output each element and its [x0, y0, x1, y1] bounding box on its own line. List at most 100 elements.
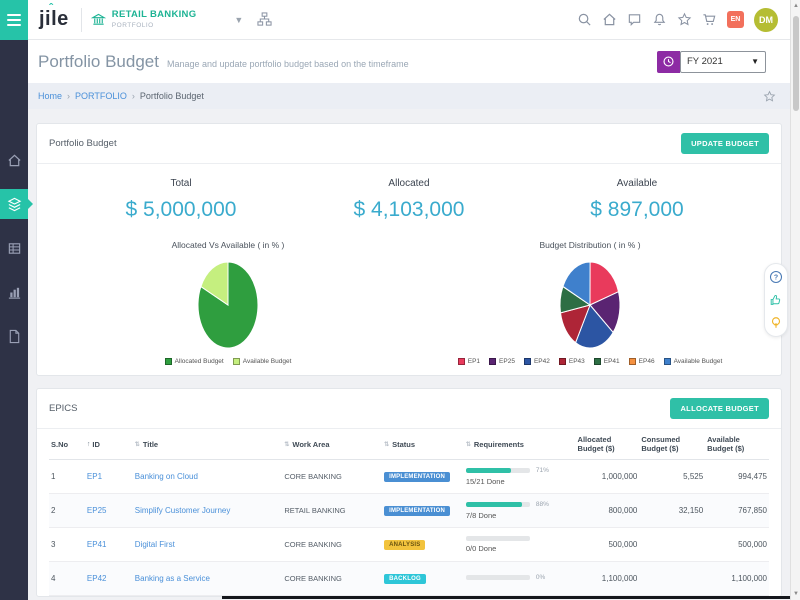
- search-icon[interactable]: [577, 12, 592, 27]
- legend-swatch: [233, 358, 240, 365]
- epic-sno: 2: [49, 494, 85, 527]
- legend-label: EP43: [569, 358, 585, 365]
- epic-sno: 3: [49, 528, 85, 561]
- legend-swatch: [664, 358, 671, 365]
- legend-item: Available Budget: [233, 358, 292, 365]
- column-header[interactable]: ⇅Title: [133, 429, 283, 459]
- status-badge: ANALYSIS: [384, 540, 425, 550]
- sidebar-item-home[interactable]: [0, 145, 28, 175]
- column-header[interactable]: ⇅Work Area: [282, 429, 382, 459]
- scroll-up-arrow[interactable]: ▲: [791, 0, 800, 12]
- portfolio-budget-card: Portfolio Budget UPDATE BUDGET Total $ 5…: [36, 123, 782, 376]
- epic-id-cell: EP41: [85, 528, 133, 561]
- epic-title-cell: Simplify Customer Journey: [133, 494, 283, 527]
- epic-status-cell: IMPLEMENTATION: [382, 460, 464, 493]
- epic-id-link[interactable]: EP41: [87, 540, 107, 549]
- progress-percent: 71%: [536, 467, 549, 474]
- stat-available-value: $ 897,000: [523, 198, 751, 222]
- vertical-scrollbar[interactable]: ▲ ▼: [790, 0, 800, 600]
- timeframe-clock-button[interactable]: [657, 51, 680, 73]
- legend-item: Allocated Budget: [165, 358, 224, 365]
- sidebar-item-reports[interactable]: [0, 277, 28, 307]
- hamburger-menu-icon[interactable]: [0, 0, 28, 40]
- star-icon[interactable]: [677, 12, 692, 27]
- portfolio-switcher[interactable]: RETAIL BANKING PORTFOLIO: [91, 10, 197, 29]
- epic-requirements-cell: 0%: [464, 562, 576, 595]
- jile-logo: jile ˆ: [39, 8, 69, 31]
- progress-percent: 0%: [536, 574, 545, 581]
- sidebar-item-portfolio-active[interactable]: [0, 189, 28, 219]
- column-header[interactable]: Consumed Budget ($): [639, 429, 705, 459]
- jile-logo-accent: ˆ: [49, 1, 54, 15]
- requirements-done: 0/0 Done: [466, 544, 496, 553]
- idea-bulb-icon[interactable]: [769, 316, 783, 330]
- update-budget-button[interactable]: UPDATE BUDGET: [681, 133, 769, 154]
- sort-icon: ⇅: [135, 441, 140, 448]
- epic-id-link[interactable]: EP42: [87, 574, 107, 583]
- epic-title-link[interactable]: Banking as a Service: [135, 574, 210, 583]
- sidebar-item-documents[interactable]: [0, 321, 28, 351]
- column-header[interactable]: Allocated Budget ($): [576, 429, 640, 459]
- legend-label: EP41: [604, 358, 620, 365]
- sort-icon: ⇅: [384, 441, 389, 448]
- legend-label: EP46: [639, 358, 655, 365]
- epic-title-link[interactable]: Digital First: [135, 540, 175, 549]
- epic-status-cell: ANALYSIS: [382, 528, 464, 561]
- chat-icon[interactable]: [627, 12, 642, 27]
- sort-asc-icon: ↑: [87, 441, 91, 448]
- feedback-thumb-icon[interactable]: [769, 293, 783, 307]
- hierarchy-icon[interactable]: [257, 12, 272, 27]
- bell-icon[interactable]: [652, 12, 667, 27]
- column-header[interactable]: ↑ID: [85, 429, 133, 459]
- requirements-done: 7/8 Done: [466, 511, 496, 520]
- sort-icon: ⇅: [284, 441, 289, 448]
- workspace-type: PORTFOLIO: [112, 22, 197, 29]
- breadcrumb-portfolio[interactable]: PORTFOLIO: [75, 91, 127, 101]
- allocate-budget-button[interactable]: ALLOCATE BUDGET: [670, 398, 769, 419]
- column-header[interactable]: Available Budget ($): [705, 429, 769, 459]
- progress-bar: [466, 575, 530, 580]
- legend-item: EP25: [489, 358, 515, 365]
- progress-fill: [466, 502, 522, 507]
- help-icon[interactable]: ?: [769, 270, 783, 284]
- epic-sno: 1: [49, 460, 85, 493]
- epic-consumed-budget: [639, 528, 705, 561]
- user-avatar[interactable]: DM: [754, 8, 778, 32]
- stat-allocated-value: $ 4,103,000: [295, 198, 523, 222]
- timeframe-selector-group: FY 2021 ▼: [657, 51, 766, 73]
- epic-row-ep1: 1EP1Banking on CloudCORE BANKINGIMPLEMEN…: [49, 460, 769, 494]
- epic-available-budget: 1,100,000: [705, 562, 769, 595]
- product-badge[interactable]: EN: [727, 11, 744, 28]
- breadcrumb-home[interactable]: Home: [38, 91, 62, 101]
- home-icon[interactable]: [602, 12, 617, 27]
- table-header-row: S.No↑ID⇅Title⇅Work Area⇅Status⇅Requireme…: [49, 429, 769, 460]
- stat-total-value: $ 5,000,000: [67, 198, 295, 222]
- left-sidebar: [0, 40, 28, 600]
- epic-consumed-budget: [639, 562, 705, 595]
- sidebar-item-backlog[interactable]: [0, 233, 28, 263]
- cart-icon[interactable]: [702, 12, 717, 27]
- scrollbar-thumb[interactable]: [793, 16, 799, 111]
- legend-swatch: [524, 358, 531, 365]
- chart-title: Budget Distribution ( in % ): [539, 240, 640, 250]
- legend-label: Available Budget: [674, 358, 723, 365]
- main-content: Portfolio Budget Manage and update portf…: [28, 40, 790, 600]
- epic-id-link[interactable]: EP25: [87, 506, 107, 515]
- chevron-down-icon[interactable]: ▼: [234, 15, 243, 25]
- fy-select[interactable]: FY 2021 ▼: [680, 51, 766, 73]
- epic-title-link[interactable]: Banking on Cloud: [135, 472, 198, 481]
- divider: [81, 8, 82, 32]
- column-header[interactable]: ⇅Status: [382, 429, 464, 459]
- progress-percent: 88%: [536, 501, 549, 508]
- stat-total-label: Total: [67, 178, 295, 189]
- scroll-down-arrow[interactable]: ▼: [791, 588, 800, 600]
- legend-label: Available Budget: [243, 358, 292, 365]
- sort-icon: ⇅: [466, 441, 471, 448]
- epic-id-link[interactable]: EP1: [87, 472, 102, 481]
- legend-swatch: [458, 358, 465, 365]
- favorite-star-icon[interactable]: [763, 90, 776, 103]
- column-header[interactable]: S.No: [49, 429, 85, 459]
- column-header[interactable]: ⇅Requirements: [464, 429, 576, 459]
- epic-title-link[interactable]: Simplify Customer Journey: [135, 506, 231, 515]
- status-badge: IMPLEMENTATION: [384, 506, 450, 516]
